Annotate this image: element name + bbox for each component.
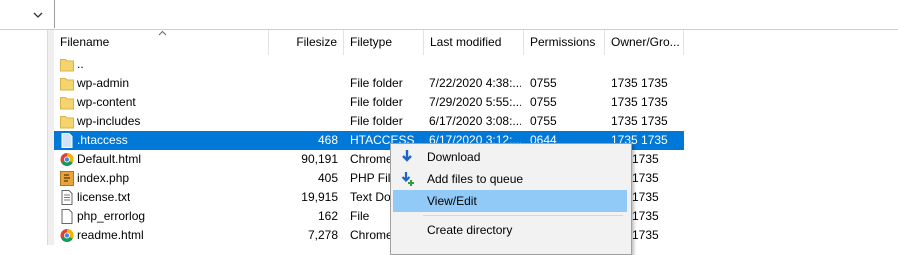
file-permissions: 0755 (530, 95, 557, 109)
directory-tree-pane (55, 0, 898, 28)
file-size: 468 (317, 133, 338, 147)
folder-icon (60, 97, 74, 110)
file-icon (61, 133, 73, 148)
file-row-parent[interactable]: .. (54, 55, 898, 74)
file-name: wp-includes (77, 114, 141, 128)
file-size: 162 (317, 209, 338, 223)
column-header: Filename Filesize Filetype Last modified… (54, 30, 684, 55)
file-name: Default.html (77, 152, 142, 166)
column-last-modified[interactable]: Last modified (424, 30, 524, 55)
file-name: .htaccess (77, 133, 128, 147)
file-size: 19,915 (301, 190, 338, 204)
file-size: 405 (317, 171, 338, 185)
file-size (269, 93, 338, 112)
file-owner: 1735 (632, 209, 659, 223)
file-size (269, 112, 338, 131)
file-size: 90,191 (301, 152, 338, 166)
file-owner: 1735 (632, 190, 659, 204)
column-filetype[interactable]: Filetype (344, 30, 424, 55)
file-modified: 7/29/2020 5:55:... (429, 95, 521, 109)
sort-ascending-icon (158, 30, 167, 36)
file-owner: 1735 (632, 171, 659, 185)
column-filesize[interactable]: Filesize (269, 30, 344, 55)
file-name: index.php (77, 171, 130, 185)
path-dropdown[interactable] (0, 0, 55, 28)
chevron-down-icon[interactable] (30, 7, 46, 23)
file-permissions: 0755 (530, 114, 557, 128)
php-icon (60, 171, 74, 186)
add-to-queue-icon (401, 172, 414, 186)
column-permissions[interactable]: Permissions (524, 30, 605, 55)
menu-item-create-directory[interactable]: Create directory (393, 219, 627, 241)
file-type: File folder (350, 76, 403, 90)
tree-pane (0, 30, 47, 245)
file-row[interactable]: wp-content File folder 7/29/2020 5:55:..… (54, 93, 898, 112)
file-name: wp-admin (77, 76, 130, 90)
file-owner: 1735 1735 (611, 114, 668, 128)
file-owner: 1735 (632, 228, 659, 242)
folder-icon (60, 116, 74, 129)
chrome-icon (60, 229, 74, 242)
file-permissions: 0755 (530, 76, 557, 90)
file-size: 7,278 (307, 228, 338, 242)
file-name: .. (77, 57, 84, 71)
file-name: php_errorlog (77, 209, 146, 223)
menu-item-view-edit[interactable]: View/Edit (393, 190, 627, 212)
file-name: wp-content (77, 95, 136, 109)
file-owner: 1735 1735 (611, 76, 668, 90)
file-type: File folder (350, 95, 403, 109)
menu-separator (423, 215, 623, 216)
menu-item-add-to-queue[interactable]: Add files to queue (393, 168, 627, 190)
file-size (269, 74, 338, 93)
menu-item-download[interactable]: Download (393, 146, 627, 168)
file-modified: 6/17/2020 3:08:... (429, 114, 521, 128)
file-owner: 1735 1735 (611, 95, 668, 109)
file-name: license.txt (77, 190, 131, 204)
context-menu: Download Add files to queue View/Edit Cr… (390, 143, 632, 255)
file-icon (61, 209, 73, 224)
file-owner: 1735 (632, 152, 659, 166)
folder-icon (60, 59, 74, 72)
column-owner-group[interactable]: Owner/Gro... (605, 30, 684, 55)
file-type: File folder (350, 114, 403, 128)
chrome-icon (60, 153, 74, 166)
pane-splitter[interactable] (47, 30, 54, 245)
text-file-icon (61, 190, 73, 205)
file-row[interactable]: wp-admin File folder 7/22/2020 4:38:... … (54, 74, 898, 93)
file-modified: 7/22/2020 4:38:... (429, 76, 521, 90)
folder-icon (60, 78, 74, 91)
file-row[interactable]: wp-includes File folder 6/17/2020 3:08:.… (54, 112, 898, 131)
file-name: readme.html (77, 228, 144, 242)
download-arrow-icon (402, 150, 412, 162)
